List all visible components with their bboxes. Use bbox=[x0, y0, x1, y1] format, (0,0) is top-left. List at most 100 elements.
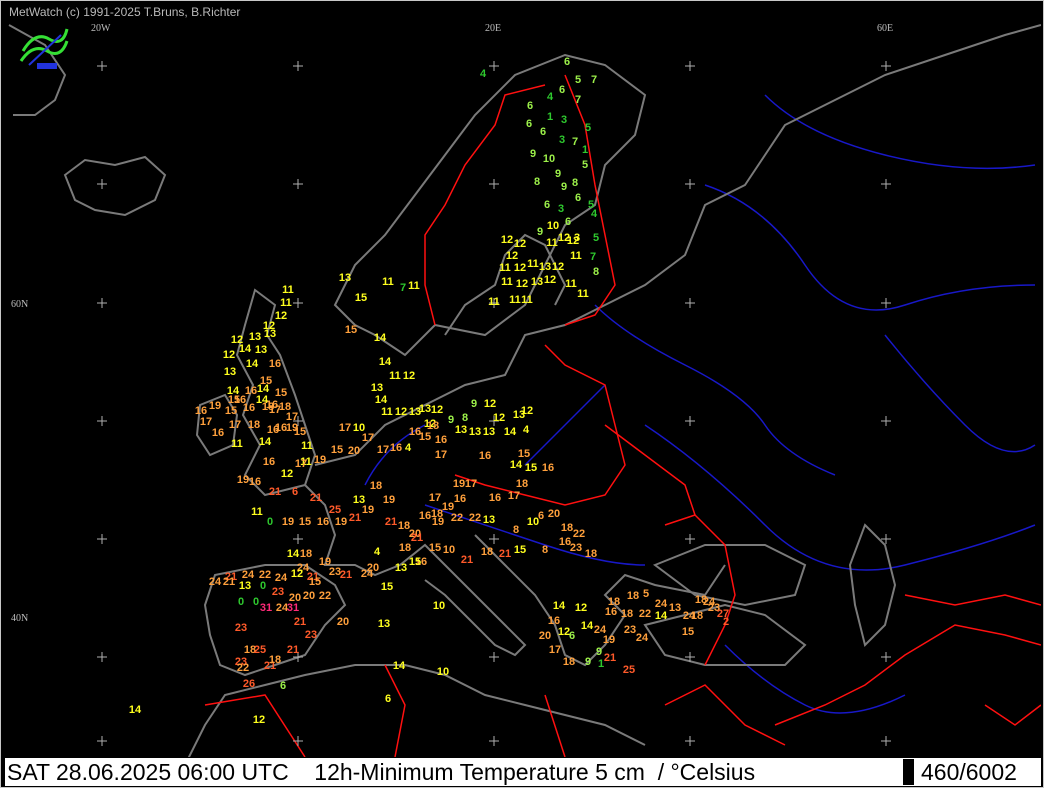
station-temperature: 9 bbox=[448, 414, 454, 426]
station-temperature: 1 bbox=[582, 144, 588, 156]
station-temperature: 22 bbox=[469, 512, 481, 524]
border bbox=[454, 344, 626, 506]
station-temperature: 16 bbox=[267, 424, 279, 436]
station-temperature: 11 bbox=[546, 237, 558, 249]
grid-cross bbox=[97, 534, 107, 544]
station-temperature: 6 bbox=[538, 510, 544, 522]
station-temperature: 26 bbox=[243, 678, 255, 690]
station-temperature: 20 bbox=[348, 445, 360, 457]
grid-cross bbox=[97, 61, 107, 71]
synoptic-map[interactable]: 465 767641 36 563 79 101598 9 866 3 549 10 6312 12 11… bbox=[5, 5, 1041, 757]
station-temperature: 8 bbox=[534, 176, 540, 188]
station-temperature: 9 bbox=[537, 226, 543, 238]
station-temperature: 3 bbox=[561, 114, 567, 126]
station-temperature: 18 bbox=[516, 478, 528, 490]
station-temperature: 14 bbox=[129, 704, 142, 716]
station-temperature: 14 bbox=[374, 332, 387, 344]
station-temperature: 17 bbox=[435, 449, 447, 461]
station-temperature: 17 bbox=[339, 422, 351, 434]
station-temperature: 15 bbox=[299, 516, 311, 528]
coast-caspian bbox=[848, 523, 897, 647]
station-temperature: 11 bbox=[389, 370, 401, 382]
station-temperature: 13 bbox=[483, 426, 495, 438]
station-temperature: 21 bbox=[310, 492, 322, 504]
station-temperature: 21 bbox=[294, 616, 306, 628]
station-temperature: 6 bbox=[540, 126, 546, 138]
station-temperature: 13 bbox=[539, 261, 551, 273]
station-temperature: 11 bbox=[280, 297, 292, 309]
coast-continent-north bbox=[314, 24, 1041, 466]
station-temperature: 24 bbox=[209, 576, 222, 588]
station-temperature: 6 bbox=[565, 216, 571, 228]
station-temperature: 6 bbox=[527, 100, 533, 112]
station-temperature: 18 bbox=[248, 419, 260, 431]
grid-cross bbox=[97, 652, 107, 662]
station-temperature: 21 bbox=[385, 516, 397, 528]
station-temperature: 11 bbox=[488, 296, 500, 308]
station-temperature: 21 bbox=[349, 512, 361, 524]
station-temperature: 8 bbox=[513, 524, 519, 536]
station-temperature: 12 bbox=[275, 310, 287, 322]
station-temperature: 6 bbox=[280, 680, 286, 692]
station-temperature: 17 bbox=[549, 644, 561, 656]
station-temperature: 19 bbox=[453, 478, 465, 490]
longitude-label: 60E bbox=[877, 23, 894, 34]
status-bar: SAT 28.06.2025 06:00 UTC 12h-Minimum Tem… bbox=[5, 758, 1041, 786]
station-temperature: 13 bbox=[264, 328, 276, 340]
river bbox=[724, 644, 906, 714]
station-temperature: 13 bbox=[455, 424, 467, 436]
station-temperature: 4 bbox=[405, 442, 412, 454]
station-temperature: 1 bbox=[547, 111, 553, 123]
station-temperature: 19 bbox=[335, 516, 347, 528]
station-temperature: 14 bbox=[259, 436, 272, 448]
station-temperature: 18 bbox=[563, 656, 575, 668]
station-temperature: 20 bbox=[548, 508, 560, 520]
station-temperature: 16 bbox=[243, 402, 255, 414]
station-temperature: 14 bbox=[510, 459, 523, 471]
station-temperature: 25 bbox=[254, 644, 266, 656]
station-temperature: 21 bbox=[461, 554, 473, 566]
station-temperature: 6 bbox=[559, 84, 565, 96]
station-temperature: 5 bbox=[582, 159, 588, 171]
grid-cross bbox=[881, 61, 891, 71]
station-temperature: 16 bbox=[212, 427, 224, 439]
station-temperature: 0 bbox=[260, 580, 266, 592]
grid-cross bbox=[97, 298, 107, 308]
station-temperature: 14 bbox=[379, 356, 392, 368]
station-temperature: 17 bbox=[508, 490, 520, 502]
longitude-label: 20E bbox=[485, 23, 502, 34]
station-temperature: 12 bbox=[281, 468, 293, 480]
station-temperature: 10 bbox=[547, 220, 559, 232]
station-temperature: 12 bbox=[552, 261, 564, 273]
station-temperature: 13 bbox=[483, 514, 495, 526]
border bbox=[544, 694, 566, 757]
station-temperature: 21 bbox=[604, 652, 616, 664]
station-temperature: 19 bbox=[282, 516, 294, 528]
grid-cross bbox=[97, 416, 107, 426]
station-temperature: 12 bbox=[253, 714, 265, 726]
station-temperature: 15 bbox=[309, 576, 321, 588]
river bbox=[704, 184, 1036, 311]
grid-cross bbox=[489, 61, 499, 71]
grid-cross bbox=[685, 416, 695, 426]
station-temperature: 12 bbox=[544, 274, 556, 286]
station-temperature: 19 bbox=[314, 454, 326, 466]
station-temperature: 11 bbox=[382, 276, 394, 288]
station-temperature: 9 bbox=[585, 656, 591, 668]
station-temperature: 6 bbox=[292, 486, 298, 498]
station-temperature: 11 bbox=[570, 250, 582, 262]
grid-cross bbox=[685, 534, 695, 544]
border bbox=[384, 664, 406, 757]
station-temperature: 19 bbox=[432, 516, 444, 528]
station-temperature: 10 bbox=[443, 544, 455, 556]
grid-cross bbox=[97, 736, 107, 746]
station-temperature: 3 bbox=[558, 203, 564, 215]
station-temperature: 22 bbox=[237, 662, 249, 674]
station-temperature: 17 bbox=[465, 478, 477, 490]
grid-cross bbox=[881, 179, 891, 189]
metwatch-logo-icon bbox=[19, 28, 69, 69]
station-temperature: 18 bbox=[627, 590, 639, 602]
station-temperature: 21 bbox=[269, 486, 281, 498]
station-count: 460/6002 bbox=[921, 759, 1017, 785]
station-temperature: 19 bbox=[209, 400, 221, 412]
